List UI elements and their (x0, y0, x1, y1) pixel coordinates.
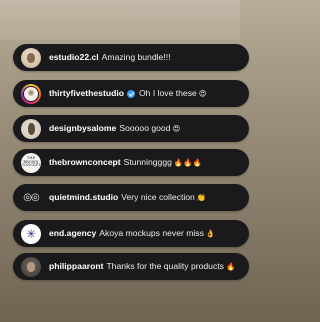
comment-text: estudio22.cl Amazing bundle!!! (49, 53, 170, 62)
fire-emoji-icon: 🔥🔥🔥 (173, 157, 202, 167)
comment-feed: estudio22.cl Amazing bundle!!! ✺ thirtyf… (0, 0, 249, 322)
portrait-avatar-icon (27, 261, 35, 272)
comment-username[interactable]: end.agency (49, 229, 96, 238)
heart-eyes-emoji-icon: 😍 (172, 123, 181, 133)
comment-message: Akoya mockups never miss (99, 228, 204, 239)
portrait-avatar-icon (27, 122, 35, 135)
verified-badge-icon (126, 89, 135, 98)
star-logo-avatar-icon: ✺ (27, 88, 35, 98)
comment-item[interactable]: ✺ thirtyfivethestudio Oh I love these 😍 (13, 80, 249, 107)
clapping-emoji-icon: 👏 (196, 192, 207, 202)
ok-hand-emoji-icon: 👌 (205, 228, 216, 238)
comment-username[interactable]: philippaaront (49, 262, 103, 271)
avatar[interactable] (21, 256, 41, 277)
portrait-avatar-icon (27, 52, 35, 63)
comment-text: end.agency Akoya mockups never miss 👌 (49, 229, 215, 238)
comment-text: philippaaront Thanks for the quality pro… (49, 262, 235, 271)
avatar[interactable]: ✳ (21, 223, 41, 244)
comment-username[interactable]: estudio22.cl (49, 53, 99, 62)
comment-item[interactable]: philippaaront Thanks for the quality pro… (13, 253, 249, 280)
burst-logo-avatar-icon: ✳ (25, 226, 37, 241)
comment-message: Thanks for the quality products (106, 261, 224, 272)
comment-text: designbysalome Sooooo good 😍 (49, 124, 180, 133)
heart-eyes-emoji-icon: 😍 (198, 88, 207, 98)
comment-username[interactable]: designbysalome (49, 124, 116, 133)
comment-item[interactable]: designbysalome Sooooo good 😍 (13, 115, 249, 142)
comment-item[interactable]: THE BROWN CONCEPT thebrownconcept Stunning… (13, 149, 249, 176)
comment-message: Oh I love these (138, 88, 197, 99)
comment-text: quietmind.studio Very nice collection 👏 (49, 193, 206, 202)
comment-message: Very nice collection (121, 192, 195, 203)
rings-logo-avatar-icon: ◎◎ (23, 192, 39, 203)
avatar[interactable] (21, 118, 41, 139)
avatar[interactable]: THE BROWN CONCEPT (21, 152, 41, 173)
comment-text: thebrownconcept Stunningggg 🔥🔥🔥 (49, 158, 202, 167)
avatar[interactable]: ◎◎ (21, 188, 41, 208)
comment-username[interactable]: thirtyfivethestudio (49, 89, 124, 98)
comment-item[interactable]: ◎◎ quietmind.studio Very nice collection… (13, 184, 249, 211)
avatar[interactable] (21, 47, 41, 68)
comment-item[interactable]: ✳ end.agency Akoya mockups never miss 👌 (13, 220, 249, 247)
comment-message: Stunningggg (123, 157, 172, 168)
comment-message: Sooooo good (119, 123, 171, 134)
fire-emoji-icon: 🔥 (225, 261, 236, 271)
comment-username[interactable]: quietmind.studio (49, 193, 118, 202)
comment-username[interactable]: thebrownconcept (49, 158, 121, 167)
avatar[interactable]: ✺ (21, 83, 41, 104)
comment-message: Amazing bundle!!! (101, 52, 171, 63)
comment-item[interactable]: estudio22.cl Amazing bundle!!! (13, 44, 249, 71)
comment-text: thirtyfivethestudio Oh I love these 😍 (49, 89, 207, 98)
wordmark-logo-avatar-icon: THE BROWN CONCEPT (21, 155, 41, 168)
